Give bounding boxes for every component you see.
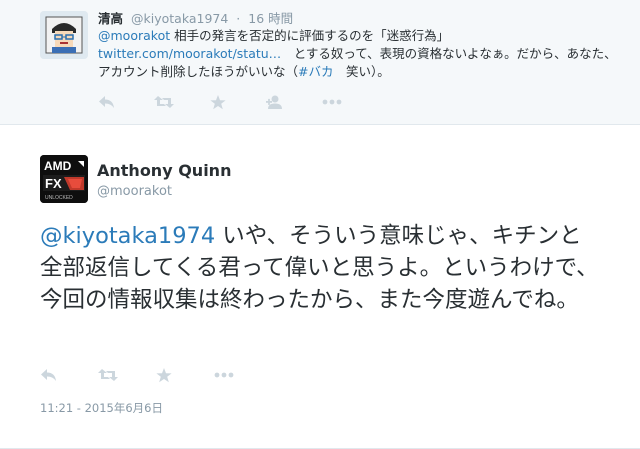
hashtag-link[interactable]: #バカ bbox=[298, 64, 333, 79]
more-icon bbox=[322, 99, 342, 105]
reply-button[interactable] bbox=[40, 365, 98, 385]
favorite-button[interactable] bbox=[210, 92, 266, 112]
avatar[interactable]: AMD FX UNLOCKED bbox=[40, 155, 88, 203]
more-icon bbox=[214, 372, 234, 378]
reply-header: 清高 @kiyotaka1974 · 16 時間 bbox=[98, 8, 293, 27]
avatar[interactable] bbox=[40, 11, 88, 59]
main-tweet: AMD FX UNLOCKED Anthony Quinn @moorakot … bbox=[0, 125, 640, 449]
tweet-text-segment: 相手の発言を否定的に評価するのを「迷惑行為」 bbox=[170, 28, 450, 43]
reply-button[interactable] bbox=[98, 92, 154, 112]
main-tweet-text: @kiyotaka1974 いや、そういう意味じゃ、キチンと全部返信してくる君っ… bbox=[40, 220, 600, 316]
svg-text:FX: FX bbox=[45, 176, 62, 191]
reply-tweet-text: @moorakot 相手の発言を否定的に評価するのを「迷惑行為」 twitter.… bbox=[98, 27, 618, 81]
reply-icon bbox=[99, 96, 114, 108]
favorite-button[interactable] bbox=[156, 365, 214, 385]
amd-fx-logo: AMD FX UNLOCKED bbox=[40, 155, 88, 203]
reply-icon bbox=[41, 369, 56, 381]
time-ago[interactable]: 16 時間 bbox=[248, 11, 293, 26]
retweet-button[interactable] bbox=[98, 365, 156, 385]
tweet-text-segment: 笑い）。 bbox=[333, 64, 390, 79]
follow-icon bbox=[266, 95, 282, 109]
display-name[interactable]: Anthony Quinn bbox=[97, 161, 231, 180]
follow-button[interactable] bbox=[266, 92, 322, 112]
handle[interactable]: @kiyotaka1974 bbox=[131, 11, 228, 26]
favorite-icon bbox=[156, 367, 172, 382]
favorite-icon bbox=[210, 94, 226, 109]
retweet-icon bbox=[98, 369, 118, 381]
reply-tweet[interactable]: 清高 @kiyotaka1974 · 16 時間 @moorakot 相手の発言… bbox=[0, 0, 640, 125]
reply-actions bbox=[98, 92, 378, 112]
more-button[interactable] bbox=[322, 92, 378, 112]
handle[interactable]: @moorakot bbox=[97, 184, 172, 199]
display-name[interactable]: 清高 bbox=[98, 11, 123, 26]
separator: · bbox=[236, 11, 241, 26]
main-actions bbox=[40, 365, 272, 385]
retweet-button[interactable] bbox=[154, 92, 210, 112]
svg-text:AMD: AMD bbox=[44, 159, 72, 173]
mention-link[interactable]: @kiyotaka1974 bbox=[40, 223, 215, 249]
more-button[interactable] bbox=[214, 365, 272, 385]
avatar-illustration bbox=[40, 11, 88, 59]
svg-text:UNLOCKED: UNLOCKED bbox=[45, 195, 73, 201]
retweet-icon bbox=[154, 96, 174, 108]
timestamp[interactable]: 11:21 - 2015年6月6日 bbox=[40, 400, 163, 416]
url-link[interactable]: twitter.com/moorakot/statu… bbox=[98, 46, 281, 61]
mention-link[interactable]: @moorakot bbox=[98, 28, 170, 43]
